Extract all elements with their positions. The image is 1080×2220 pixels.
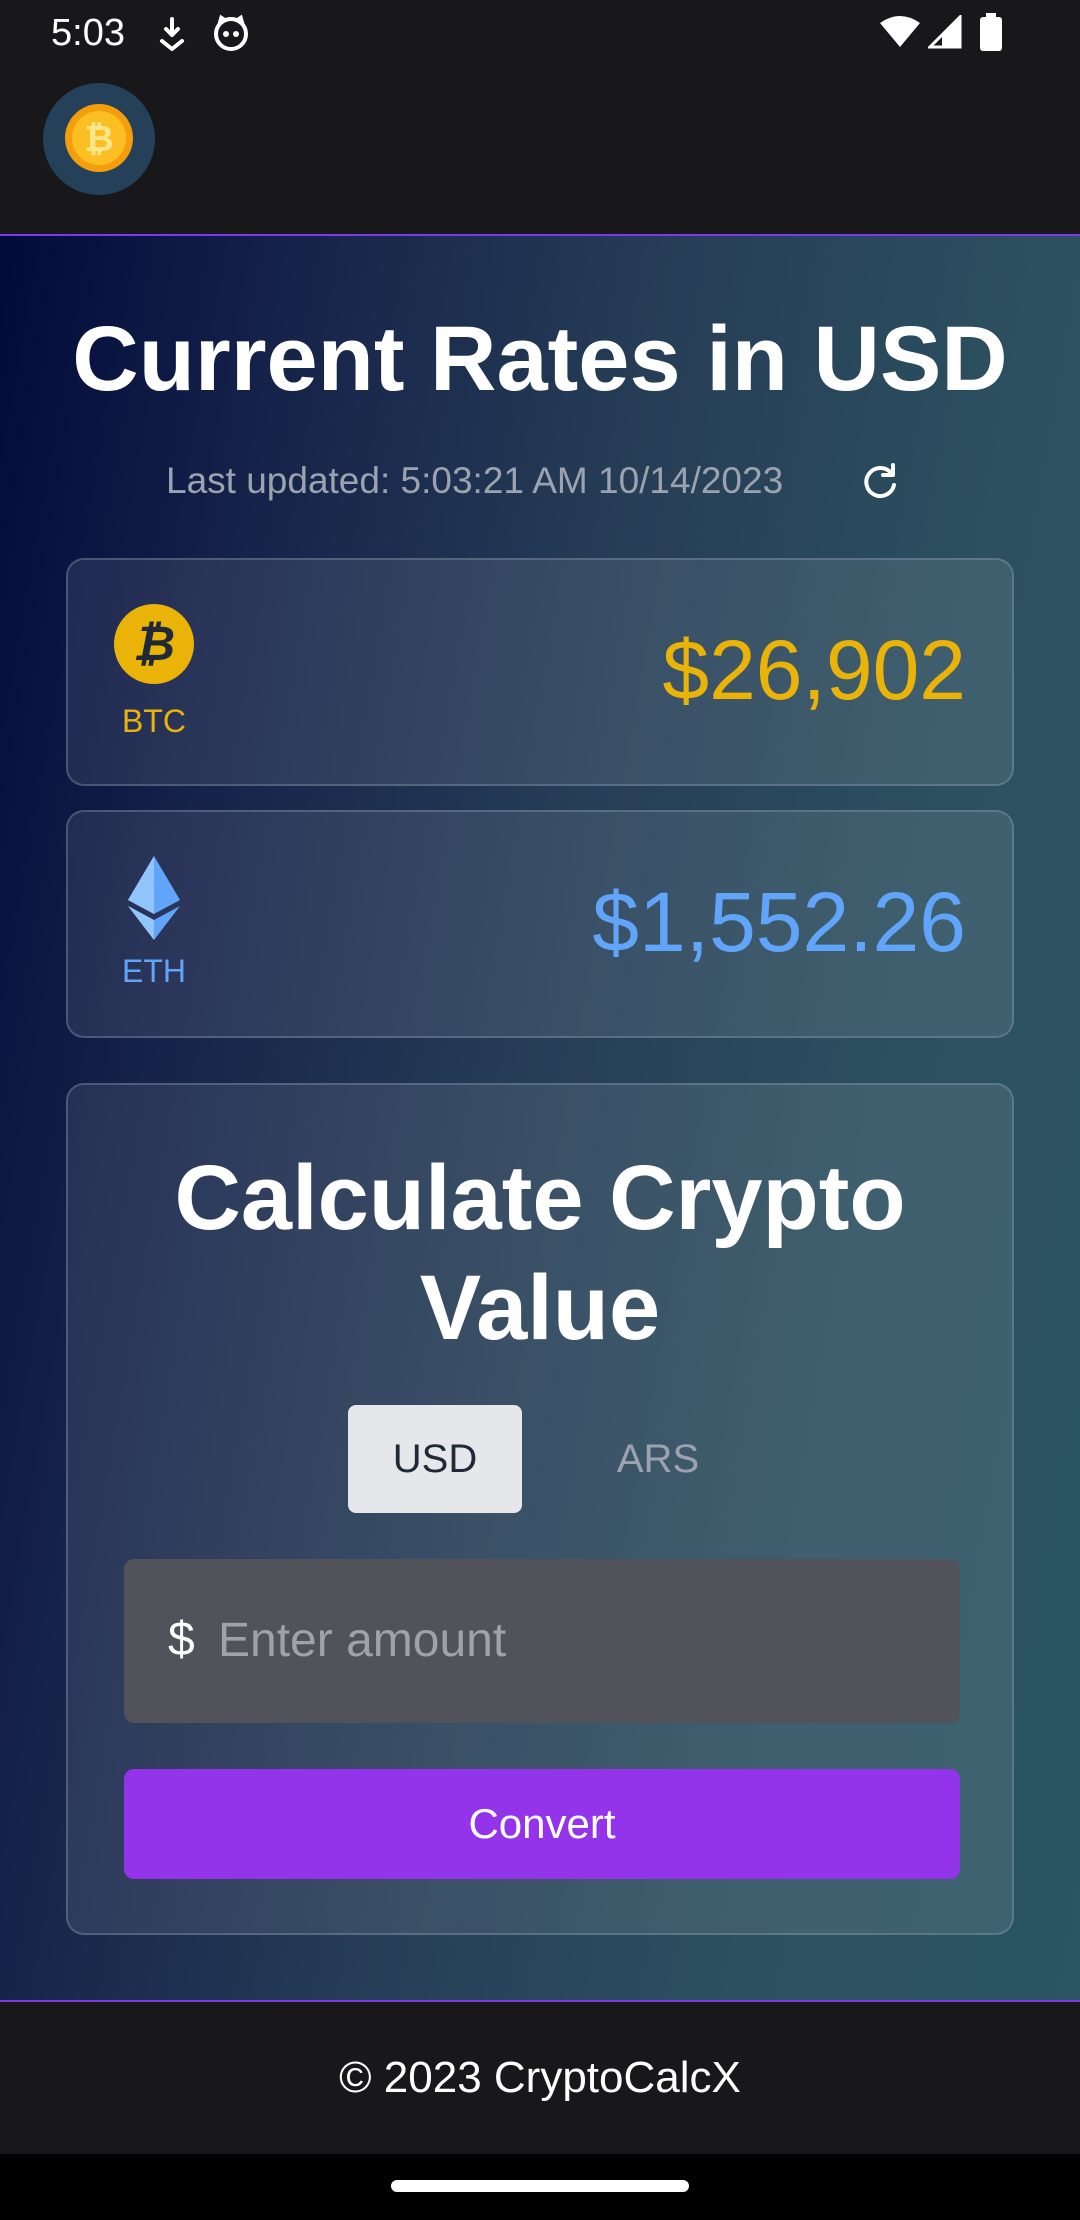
battery-icon [980,13,1002,51]
signal-icon [928,15,962,49]
coin-symbol-eth: ETH [122,953,186,989]
calculator-title-line2: Value [419,1257,661,1359]
svg-text:₿: ₿ [133,618,175,671]
calculator-title: Calculate Crypto Value [68,1143,1012,1363]
coin-symbol-btc: BTC [122,703,186,739]
footer-copyright: © 2023 CryptoCalcX [339,2053,741,2102]
svg-text:₿: ₿ [84,118,113,159]
footer: © 2023 CryptoCalcX [0,2000,1080,2154]
convert-button[interactable]: Convert [124,1769,960,1879]
refresh-button[interactable] [855,456,905,506]
currency-toggle-usd[interactable]: USD [348,1405,522,1513]
currency-toggle-ars[interactable]: ARS [588,1405,728,1513]
system-nav-bar [0,2154,1080,2220]
app-screen: 5:03 ₿ Current Rates in USD Last updated… [0,0,1080,2220]
wifi-icon [880,16,920,47]
amount-field[interactable]: $ [124,1559,960,1723]
home-indicator[interactable] [391,2180,689,2192]
rate-card-eth: ETH $1,552.26 [66,810,1014,1038]
status-bar: 5:03 [0,0,1080,66]
last-updated-text: Last updated: 5:03:21 AM 10/14/2023 [166,460,784,501]
calculator-panel: Calculate Crypto Value USD ARS $ Convert [66,1083,1014,1935]
download-icon [160,17,184,51]
cat-notification-icon [214,14,248,51]
coin-price-btc: $26,902 [662,623,966,717]
ethereum-icon [128,856,180,940]
page-title: Current Rates in USD [72,308,1008,410]
last-updated-row: Last updated: 5:03:21 AM 10/14/2023 [0,456,1080,506]
bitcoin-icon: ₿ [114,604,194,684]
refresh-icon [864,463,896,499]
rate-card-btc: ₿ BTC $26,902 [66,558,1014,786]
calculator-title-line1: Calculate Crypto [174,1147,906,1249]
bitcoin-logo-icon[interactable]: ₿ [43,83,155,195]
status-time: 5:03 [51,12,125,54]
coin-price-eth: $1,552.26 [592,875,966,969]
amount-input[interactable] [216,1599,920,1681]
dollar-icon: $ [168,1613,195,1666]
app-header: ₿ [0,66,1080,236]
